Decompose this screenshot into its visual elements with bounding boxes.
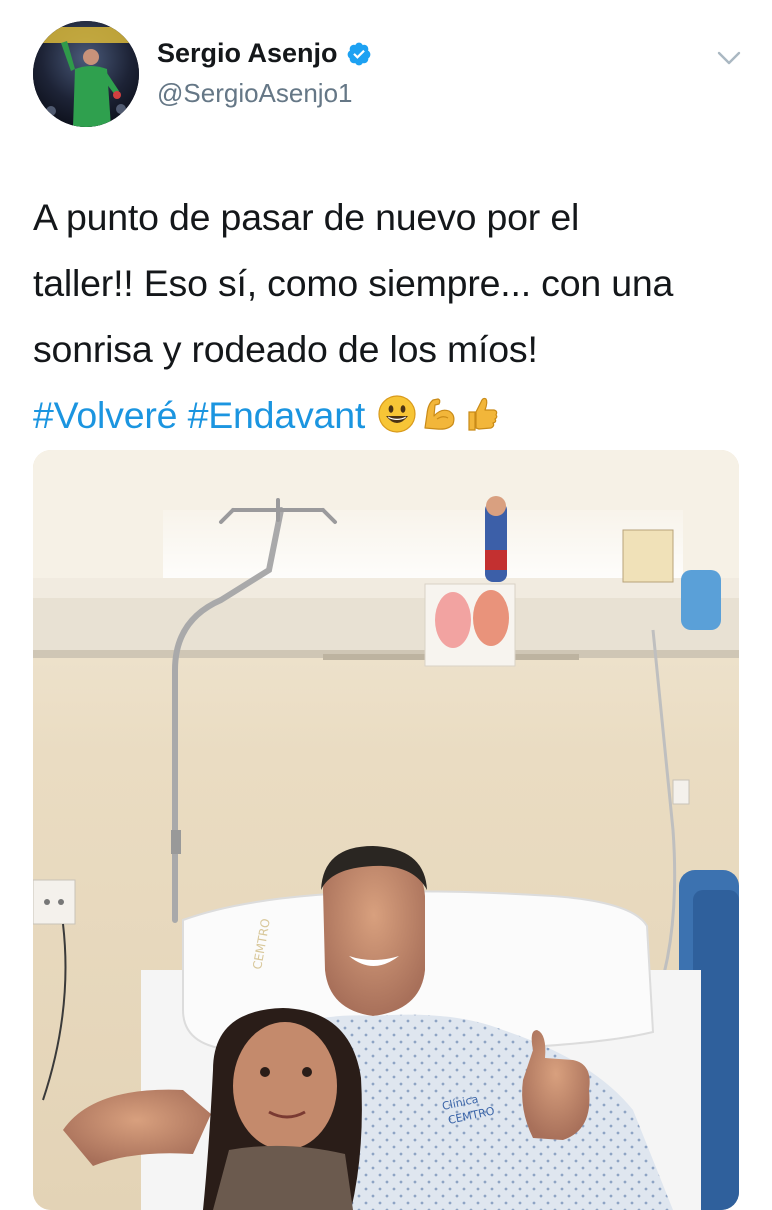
flexed-biceps-icon xyxy=(424,398,455,430)
user-name-row[interactable]: Sergio Asenjo xyxy=(157,38,372,69)
hospital-photo: CEMTRO Clínica CEMTRO xyxy=(33,450,739,1210)
tweet-text-line: taller!! Eso sí, como siempre... con una xyxy=(33,262,674,304)
tweet-text-line: A punto de pasar de nuevo por el xyxy=(33,196,580,238)
display-name[interactable]: Sergio Asenjo xyxy=(157,38,338,69)
verified-badge-icon xyxy=(347,42,370,65)
thumbs-up-icon xyxy=(468,397,498,431)
avatar[interactable] xyxy=(33,21,139,127)
hashtag-link[interactable]: #Volveré xyxy=(33,394,178,436)
tweet: Sergio Asenjo @SergioAsenjo1 A punto de … xyxy=(0,0,772,1210)
avatar-image xyxy=(33,21,139,127)
grinning-face-icon xyxy=(378,395,416,433)
tweet-text: A punto de pasar de nuevo por el taller!… xyxy=(33,184,753,448)
user-handle[interactable]: @SergioAsenjo1 xyxy=(157,78,353,109)
hashtag-line: #Volveré #Endavant xyxy=(33,382,753,448)
hashtag-link[interactable]: #Endavant xyxy=(188,394,366,436)
chevron-down-icon[interactable] xyxy=(716,48,742,68)
tweet-text-line: sonrisa y rodeado de los míos! xyxy=(33,328,538,370)
tweet-photo[interactable]: CEMTRO Clínica CEMTRO xyxy=(33,450,739,1210)
